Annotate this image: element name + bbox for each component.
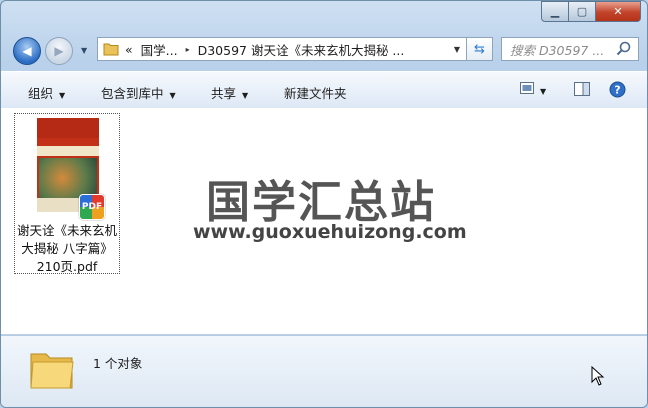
file-item[interactable]: PDF 谢天诠《未来玄机大揭秘 八字篇》210页.pdf — [14, 113, 120, 274]
caption-buttons: ▁ ▢ ✕ — [541, 1, 641, 22]
file-list[interactable]: PDF 谢天诠《未来玄机大揭秘 八字篇》210页.pdf 国学汇总站 www.g… — [1, 108, 647, 334]
watermark-url: www.guoxuehuizong.com — [193, 221, 467, 243]
organize-menu[interactable]: 组织 ▼ — [28, 83, 65, 102]
change-view-button[interactable]: ▼ — [520, 82, 546, 97]
address-overflow[interactable]: « — [125, 42, 133, 57]
recent-pages-dropdown[interactable]: ▼ — [81, 46, 87, 55]
organize-label: 组织 — [28, 86, 54, 101]
search-input[interactable]: 搜索 D30597 ... — [510, 40, 614, 59]
back-button[interactable]: ◀ — [13, 37, 41, 65]
refresh-button[interactable]: ⇆ — [467, 37, 493, 61]
explorer-window: ▁ ▢ ✕ ◀ ▶ ▼ « 国学... ▸ D30597 谢天诠《未来玄机大揭秘… — [0, 0, 648, 408]
share-label: 共享 — [211, 86, 237, 101]
help-button[interactable]: ? — [609, 81, 626, 101]
mouse-pointer-icon — [591, 366, 605, 386]
file-name[interactable]: 谢天诠《未来玄机大揭秘 八字篇》210页.pdf — [15, 222, 119, 276]
pdf-icon: PDF — [79, 194, 105, 220]
command-bar: 组织 ▼ 包含到库中 ▼ 共享 ▼ 新建文件夹 ▼ ? — [1, 71, 647, 109]
include-in-library-menu[interactable]: 包含到库中 ▼ — [101, 83, 176, 102]
forward-arrow-icon: ▶ — [54, 44, 64, 58]
preview-pane-icon — [574, 82, 590, 96]
close-button[interactable]: ✕ — [596, 1, 641, 22]
include-in-library-label: 包含到库中 — [101, 86, 164, 101]
view-icon — [520, 82, 534, 94]
chevron-down-icon: ▼ — [169, 91, 176, 100]
refresh-icon: ⇆ — [474, 41, 485, 57]
search-box[interactable]: 搜索 D30597 ... — [501, 37, 639, 61]
navigation-bar: ◀ ▶ ▼ « 国学... ▸ D30597 谢天诠《未来玄机大揭秘 ... ▼… — [1, 33, 647, 67]
address-bar[interactable]: « 国学... ▸ D30597 谢天诠《未来玄机大揭秘 ... ▼ — [97, 37, 467, 61]
new-folder-button[interactable]: 新建文件夹 — [284, 83, 347, 102]
back-arrow-icon: ◀ — [22, 44, 32, 58]
share-menu[interactable]: 共享 ▼ — [211, 83, 248, 102]
details-pane: 1 个对象 — [1, 335, 647, 407]
item-count: 1 个对象 — [93, 356, 143, 371]
svg-text:?: ? — [614, 84, 620, 97]
chevron-down-icon: ▼ — [540, 87, 547, 96]
chevron-down-icon: ▼ — [59, 91, 66, 100]
search-icon[interactable] — [616, 41, 632, 57]
maximize-button[interactable]: ▢ — [569, 1, 596, 22]
chevron-down-icon: ▼ — [242, 91, 249, 100]
forward-button[interactable]: ▶ — [45, 37, 73, 65]
breadcrumb-separator-icon[interactable]: ▸ — [186, 45, 190, 54]
folder-icon — [30, 353, 74, 389]
help-icon: ? — [609, 81, 626, 98]
breadcrumb-segment[interactable]: 国学... — [141, 40, 178, 59]
breadcrumb-segment-current[interactable]: D30597 谢天诠《未来玄机大揭秘 ... — [198, 40, 405, 59]
preview-pane-button[interactable] — [574, 82, 590, 99]
address-dropdown-icon[interactable]: ▼ — [454, 45, 460, 54]
minimize-button[interactable]: ▁ — [541, 1, 569, 22]
folder-icon — [103, 43, 119, 56]
